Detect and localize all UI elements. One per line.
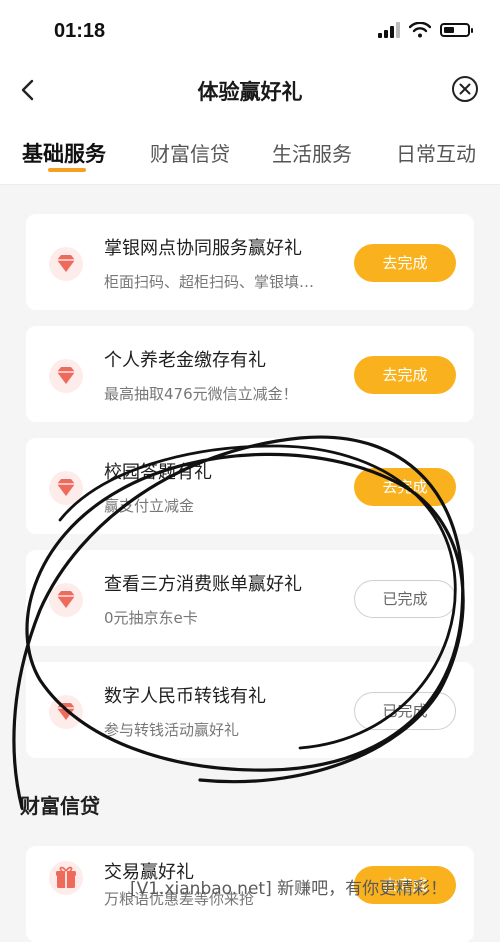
task-card[interactable]: 个人养老金缴存有礼 最高抽取476元微信立减金！ 去完成: [26, 326, 474, 422]
signal-icon: [378, 22, 400, 38]
status-icons: [378, 22, 473, 38]
tab-wealth-credit[interactable]: 财富信贷: [150, 138, 230, 167]
close-icon[interactable]: [450, 74, 480, 104]
status-bar: 01:18: [0, 0, 500, 62]
task-subtitle: 参与转钱活动赢好礼: [104, 721, 240, 739]
watermark-text: [V1.xianbao.net] 新赚吧，有你更精彩！: [130, 879, 448, 899]
active-tab-indicator: [48, 168, 86, 172]
task-subtitle: 最高抽取476元微信立减金！: [104, 385, 298, 403]
task-title: 校园答题有礼: [104, 462, 212, 483]
task-title: 查看三方消费账单赢好礼: [104, 574, 302, 595]
task-card[interactable]: 数字人民币转钱有礼 参与转钱活动赢好礼 已完成: [26, 662, 474, 758]
go-complete-button[interactable]: 去完成: [354, 244, 456, 282]
task-title: 个人养老金缴存有礼: [104, 350, 266, 371]
diamond-icon: [49, 471, 83, 505]
diamond-icon: [49, 359, 83, 393]
tab-daily-interaction[interactable]: 日常互动: [396, 138, 476, 167]
page-title: 体验赢好礼: [197, 80, 303, 104]
task-subtitle: 赢支付立减金: [104, 497, 195, 515]
category-tabs: 基础服务 财富信贷 生活服务 日常互动: [0, 118, 500, 185]
status-time: 01:18: [54, 20, 106, 42]
nav-bar: 体验赢好礼: [0, 62, 500, 118]
tab-life-services[interactable]: 生活服务: [272, 138, 352, 167]
tab-basic-services[interactable]: 基础服务: [22, 138, 106, 168]
wifi-icon: [409, 22, 431, 38]
diamond-icon: [49, 695, 83, 729]
go-complete-button[interactable]: 去完成: [354, 356, 456, 394]
task-subtitle: 0元抽京东e卡: [104, 609, 198, 627]
section-title: 财富信贷: [20, 794, 100, 818]
task-subtitle: 柜面扫码、超柜扫码、掌银填…: [104, 273, 315, 291]
task-title: 数字人民币转钱有礼: [104, 686, 266, 707]
task-card[interactable]: 掌银网点协同服务赢好礼 柜面扫码、超柜扫码、掌银填… 去完成: [26, 214, 474, 310]
task-card[interactable]: 查看三方消费账单赢好礼 0元抽京东e卡 已完成: [26, 550, 474, 646]
gift-icon: [49, 861, 83, 895]
task-title: 掌银网点协同服务赢好礼: [104, 238, 302, 259]
completed-button[interactable]: 已完成: [354, 580, 456, 618]
go-complete-button[interactable]: 去完成: [354, 468, 456, 506]
task-card[interactable]: 校园答题有礼 赢支付立减金 去完成: [26, 438, 474, 534]
diamond-icon: [49, 247, 83, 281]
completed-button[interactable]: 已完成: [354, 692, 456, 730]
diamond-icon: [49, 583, 83, 617]
battery-icon: [440, 23, 473, 37]
